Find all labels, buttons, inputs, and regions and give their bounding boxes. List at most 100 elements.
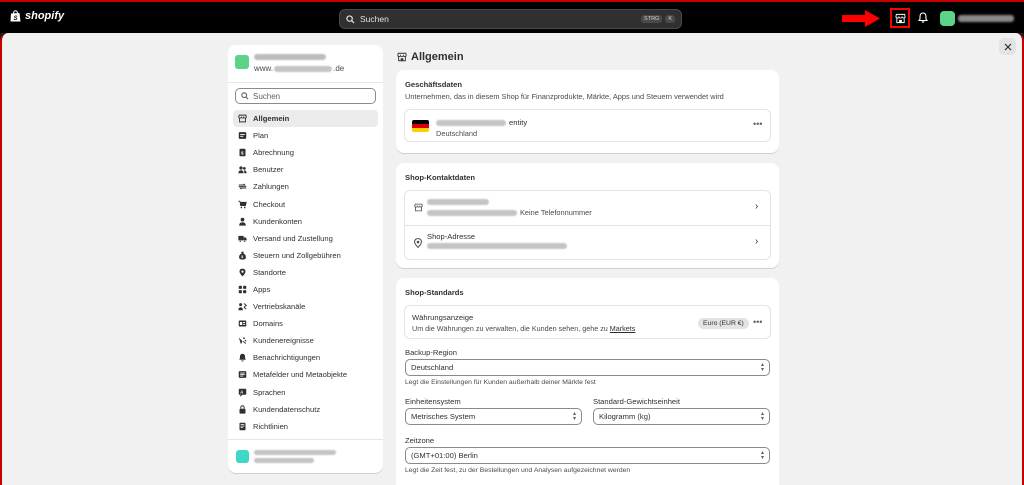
close-settings-button[interactable]: [999, 38, 1016, 55]
plan-icon: [238, 131, 247, 140]
location-pin-icon: [414, 238, 422, 248]
secondary-store-item[interactable]: [236, 449, 376, 465]
business-entity-row[interactable]: entity Deutschland •••: [404, 109, 771, 142]
select-chevrons-icon: ▴ ▾: [572, 410, 576, 422]
backup-region-select[interactable]: Deutschland ▴ ▾: [405, 359, 770, 376]
select-chevrons-icon: ▴ ▾: [760, 410, 764, 422]
store-name-redacted: [254, 54, 326, 60]
shopify-logo[interactable]: S shopify: [10, 10, 64, 22]
timezone-select[interactable]: (GMT+01:00) Berlin ▴ ▾: [405, 447, 770, 464]
sidebar-item-vertriebskanaele[interactable]: Vertriebskanäle: [233, 298, 378, 315]
more-actions-icon[interactable]: •••: [753, 119, 762, 129]
unit-system-value: Metrisches System: [411, 412, 476, 421]
page-title: Allgemein: [397, 51, 464, 63]
store-url-suffix: .de: [333, 64, 345, 73]
globe-icon: [238, 319, 247, 328]
unit-system-label: Einheitensystem: [405, 397, 461, 406]
brand-name: shopify: [25, 10, 65, 22]
sidebar-item-label: Plan: [253, 131, 269, 141]
store-url: www. .de: [254, 64, 344, 73]
tax-icon: $: [238, 251, 247, 260]
weight-unit-select[interactable]: Kilogramm (kg) ▴ ▾: [593, 408, 770, 425]
unit-system-select[interactable]: Metrisches System ▴ ▾: [405, 408, 582, 425]
user-name-redacted[interactable]: [958, 15, 1014, 22]
shop-address-label: Shop-Adresse: [427, 232, 476, 241]
sidebar-item-label: Vertriebskanäle: [253, 302, 306, 312]
global-search-bar[interactable]: Suchen STRG K: [339, 9, 682, 29]
apps-icon: [238, 285, 247, 294]
sidebar-item-richtlinien[interactable]: Richtlinien: [233, 418, 378, 435]
sidebar-item-kundendatenschutz[interactable]: Kundendatenschutz: [233, 401, 378, 418]
sidebar-item-domains[interactable]: Domains: [233, 315, 378, 332]
bell-icon[interactable]: [918, 12, 928, 23]
sidebar-item-kundenereignisse[interactable]: Kundenereignisse: [233, 332, 378, 349]
shortcut-key-ctrl: STRG: [641, 15, 663, 23]
lock-icon: [238, 404, 247, 414]
store-icon: [238, 114, 247, 123]
contact-store-row[interactable]: Keine Telefonnummer ›: [405, 191, 770, 225]
shortcut-key-k: K: [665, 15, 675, 23]
select-chevrons-icon: ▴ ▾: [760, 361, 764, 373]
store-header[interactable]: www. .de: [235, 53, 376, 81]
store-url-prefix: www.: [254, 64, 274, 73]
sidebar-item-plan[interactable]: Plan: [233, 127, 378, 144]
sidebar-item-zahlungen[interactable]: Zahlungen: [233, 178, 378, 195]
events-icon: [238, 336, 247, 345]
sidebar-item-allgemein[interactable]: Allgemein: [233, 110, 378, 128]
sidebar-item-label: Domains: [253, 319, 283, 329]
sidebar-item-label: Standorte: [253, 267, 286, 277]
contact-card: Shop-Kontaktdaten Keine Telefonnummer › …: [396, 163, 779, 268]
sidebar-item-label: Zahlungen: [253, 182, 289, 192]
shop-address-row[interactable]: Shop-Adresse ›: [405, 226, 770, 260]
close-icon: [1004, 43, 1011, 50]
backup-region-hint: Legt die Einstellungen für Kunden außerh…: [405, 379, 596, 386]
sidebar-item-kundenkonten[interactable]: Kundenkonten: [233, 213, 378, 230]
sidebar-item-label: Checkout: [253, 199, 286, 209]
search-shortcut: STRG K: [641, 15, 675, 23]
markets-link[interactable]: Markets: [610, 324, 636, 333]
sidebar-item-metafelder-und-metaobjekte[interactable]: Metafelder und Metaobjekte: [233, 366, 378, 383]
sidebar-item-steuern-und-zollgebuehren[interactable]: $ Steuern und Zollgebühren: [233, 247, 378, 264]
global-search-placeholder: Suchen: [360, 14, 389, 24]
sidebar-item-label: Apps: [253, 284, 271, 294]
sidebar-item-checkout[interactable]: Checkout: [233, 195, 378, 212]
business-title: Geschäftsdaten: [405, 80, 462, 89]
sidebar-search-input[interactable]: Suchen: [235, 88, 376, 104]
store-avatar: [235, 55, 249, 69]
currency-hint: Um die Währungen zu verwalten, die Kunde…: [412, 324, 635, 333]
sidebar-item-apps[interactable]: Apps: [233, 281, 378, 298]
business-subtitle: Unternehmen, das in diesem Shop für Fina…: [405, 92, 724, 101]
sidebar-item-sprachen[interactable]: A Sprachen: [233, 384, 378, 401]
payments-icon: [238, 182, 247, 191]
sidebar-item-label: Abrechnung: [253, 148, 294, 158]
more-actions-icon[interactable]: •••: [753, 317, 762, 327]
sidebar-item-label: Steuern und Zollgebühren: [253, 250, 341, 260]
sidebar-item-standorte[interactable]: Standorte: [233, 264, 378, 281]
red-arrow-annotation-icon: [842, 10, 880, 27]
store-icon: [894, 13, 906, 23]
bell-icon: [238, 353, 247, 362]
location-icon: [238, 268, 247, 277]
metafields-icon: [238, 370, 247, 379]
standards-card: Shop-Standards Währungsanzeige Um die Wä…: [396, 278, 779, 485]
sidebar-item-benachrichtigungen[interactable]: Benachrichtigungen: [233, 349, 378, 366]
currency-display-row[interactable]: Währungsanzeige Um die Währungen zu verw…: [404, 305, 771, 339]
channels-icon: [238, 302, 247, 311]
user-avatar[interactable]: [940, 11, 955, 26]
sidebar-item-versand-und-zustellung[interactable]: Versand und Zustellung: [233, 230, 378, 247]
secondary-store-detail-redacted: [254, 458, 314, 463]
store-switcher-button[interactable]: [890, 8, 910, 28]
standards-title: Shop-Standards: [405, 288, 464, 297]
contact-title: Shop-Kontaktdaten: [405, 173, 476, 182]
sidebar-item-label: Metafelder und Metaobjekte: [253, 370, 348, 380]
timezone-value: (GMT+01:00) Berlin: [411, 451, 478, 460]
sidebar-item-abrechnung[interactable]: $ Abrechnung: [233, 144, 378, 161]
sidebar-item-label: Benachrichtigungen: [253, 353, 321, 363]
store-name-redacted: [427, 199, 489, 205]
cart-icon: [238, 200, 247, 209]
sidebar-item-benutzer[interactable]: Benutzer: [233, 161, 378, 178]
timezone-label: Zeitzone: [405, 436, 435, 445]
billing-icon: $: [238, 148, 247, 157]
contact-email-line: Keine Telefonnummer: [427, 208, 592, 217]
svg-text:A: A: [240, 389, 243, 394]
